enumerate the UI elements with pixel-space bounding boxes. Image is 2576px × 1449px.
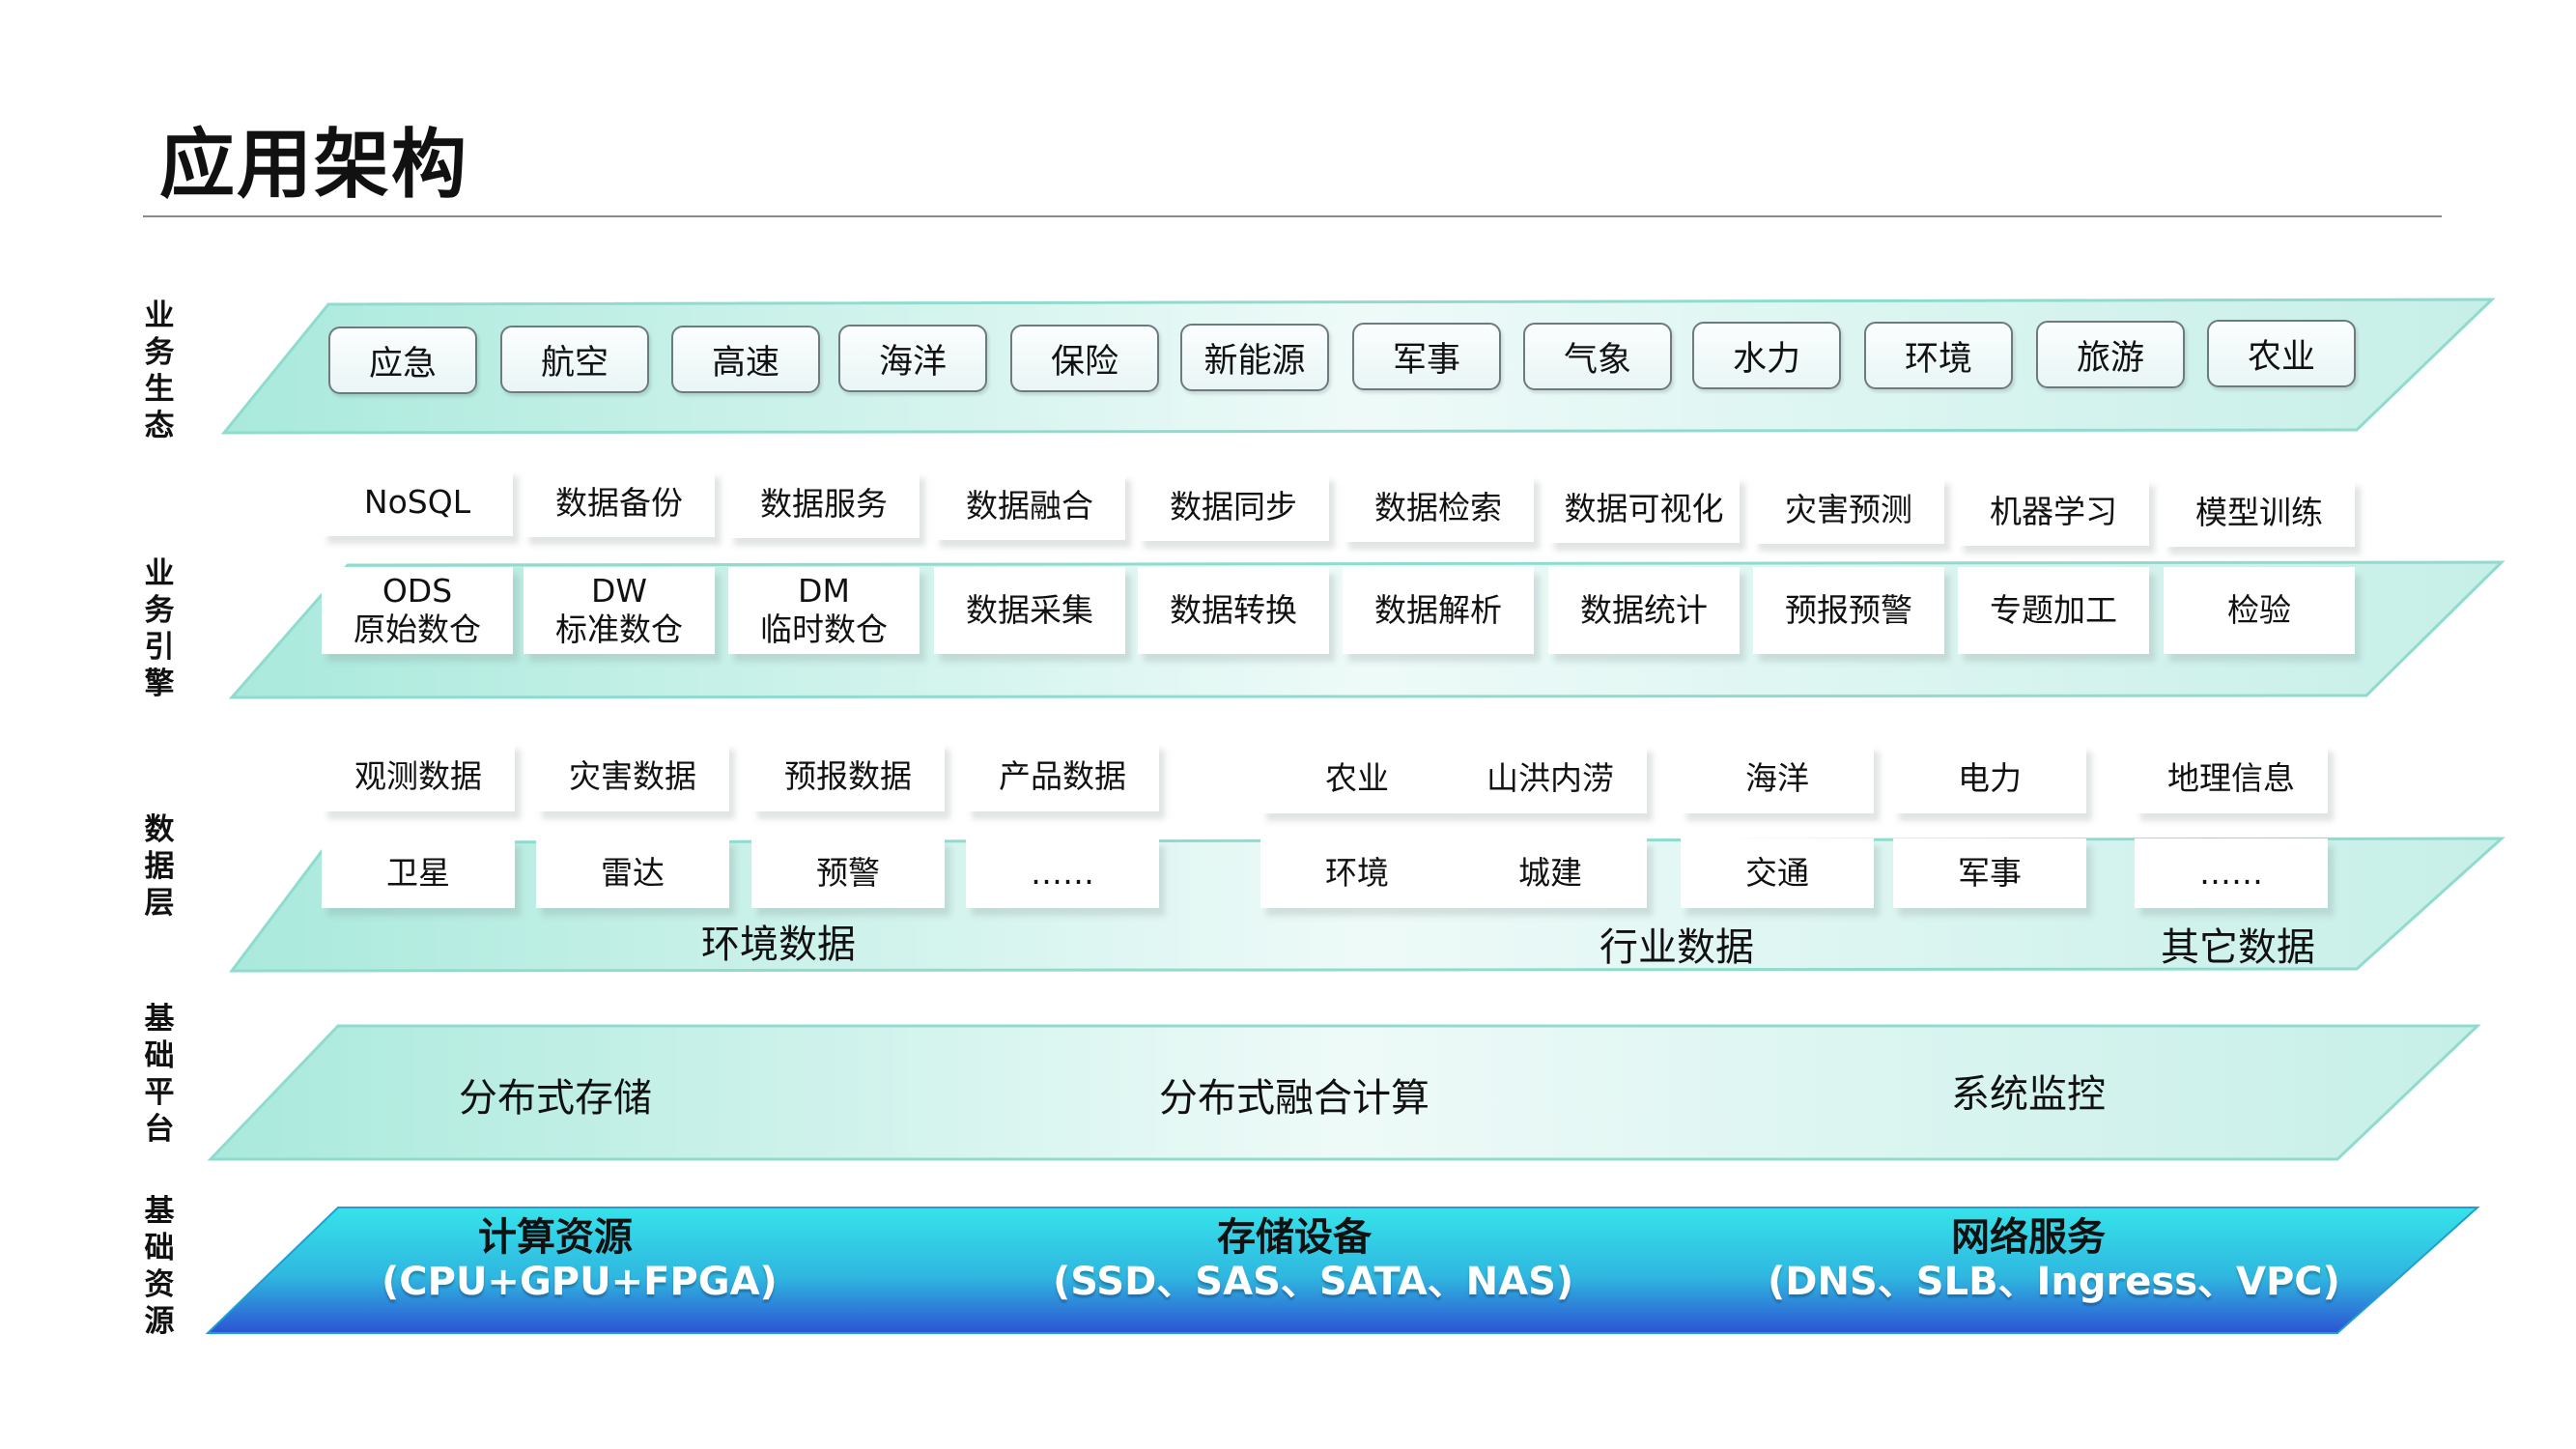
resource-detail: (SSD、SAS、SATA、NAS)	[1053, 1260, 1574, 1304]
data-tile: 卫星	[322, 838, 515, 908]
engine-tile-line2: 原始数仓	[354, 611, 481, 648]
engine-tile-line2: 标准数仓	[555, 611, 683, 648]
resource-detail: (DNS、SLB、Ingress、VPC)	[1768, 1260, 2340, 1304]
platform-storage: 分布式存储	[459, 1076, 652, 1121]
engine-tile: 模型训练	[2164, 479, 2355, 547]
engine-tile: DM 临时数仓	[728, 567, 920, 654]
engine-tile: 专题加工	[1958, 567, 2149, 654]
data-tile: 产品数据	[966, 742, 1159, 811]
engine-tile: 数据同步	[1138, 473, 1329, 541]
other-data-label: 其它数据	[2161, 925, 2315, 970]
resource-name: 网络服务	[1951, 1215, 2106, 1260]
data-tile: 农业	[1260, 744, 1454, 813]
ecology-pill: 环境	[1864, 322, 2013, 389]
engine-tile: 预报预警	[1753, 567, 1944, 654]
data-tile: 雷达	[536, 838, 729, 908]
engine-tile: ODS 原始数仓	[322, 567, 513, 654]
engine-tile: 数据解析	[1343, 567, 1534, 654]
data-tile: 城建	[1454, 838, 1647, 908]
ecology-pill: 旅游	[2036, 321, 2185, 388]
platform-monitor: 系统监控	[1951, 1072, 2106, 1117]
platform-compute: 分布式融合计算	[1159, 1076, 1430, 1121]
engine-tile-line1: ODS	[382, 572, 453, 610]
resource-network: 网络服务 (DNS、SLB、Ingress、VPC)	[1768, 1215, 2340, 1304]
engine-tile-line1: 数据解析	[1374, 591, 1502, 629]
engine-tile: 数据融合	[934, 472, 1125, 540]
engine-tile: 机器学习	[1958, 478, 2149, 546]
engine-tile: 数据服务	[728, 470, 920, 538]
engine-tile: 数据检索	[1343, 474, 1534, 542]
data-tile: 观测数据	[322, 742, 515, 811]
ecology-pill: 高速	[671, 326, 820, 393]
ecology-pill: 海洋	[838, 325, 987, 392]
ecology-pill: 农业	[2207, 320, 2356, 387]
data-tile: 灾害数据	[536, 742, 729, 811]
data-tile: 电力	[1893, 744, 2086, 813]
ecology-pill: 应急	[328, 327, 477, 394]
ecology-pill: 新能源	[1180, 324, 1329, 391]
engine-tile-line1: 专题加工	[1990, 591, 2117, 629]
env-data-label: 环境数据	[701, 923, 856, 967]
engine-tile: 数据统计	[1548, 567, 1740, 654]
engine-tile: DW 标准数仓	[524, 567, 715, 654]
engine-tile: 检验	[2164, 567, 2355, 654]
engine-tile-line1: DW	[590, 572, 648, 610]
industry-data-label: 行业数据	[1599, 925, 1754, 970]
ecology-pill: 保险	[1010, 325, 1159, 392]
data-tile: 环境	[1260, 838, 1454, 908]
resource-name: 计算资源	[478, 1215, 633, 1260]
engine-tile: 数据采集	[934, 567, 1125, 654]
engine-tile-line1: DM	[798, 572, 850, 610]
data-tile: 军事	[1893, 838, 2086, 908]
data-tile: 预警	[751, 838, 945, 908]
resource-detail: (CPU+GPU+FPGA)	[382, 1260, 778, 1304]
engine-tile-line1: 检验	[2227, 591, 2291, 629]
engine-tile: NoSQL	[322, 469, 513, 536]
ecology-pill: 水力	[1692, 322, 1841, 389]
ecology-pill: 航空	[500, 326, 649, 393]
engine-tile-line1: 预报预警	[1785, 591, 1912, 629]
engine-tile-line2: 临时数仓	[760, 611, 888, 648]
data-tile: 地理信息	[2135, 744, 2328, 813]
data-tile: 海洋	[1681, 744, 1874, 813]
engine-tile: 数据备份	[524, 469, 715, 537]
engine-tile-line1: 数据统计	[1580, 591, 1708, 629]
ecology-pill: 气象	[1523, 323, 1672, 390]
resource-compute: 计算资源 (CPU+GPU+FPGA)	[382, 1215, 778, 1304]
data-tile: ……	[966, 838, 1159, 908]
engine-tile-line1: 数据采集	[966, 591, 1093, 629]
resource-name: 存储设备	[1217, 1215, 1372, 1260]
data-tile: ……	[2135, 838, 2328, 908]
engine-tile: 数据转换	[1138, 567, 1329, 654]
engine-tile-line1: 数据转换	[1170, 591, 1297, 629]
engine-tile: 数据可视化	[1548, 475, 1740, 543]
resource-storage: 存储设备 (SSD、SAS、SATA、NAS)	[1053, 1215, 1574, 1304]
data-tile: 山洪内涝	[1454, 744, 1647, 813]
data-tile: 预报数据	[751, 742, 945, 811]
ecology-pill: 军事	[1352, 323, 1501, 390]
engine-tile: 灾害预测	[1753, 476, 1944, 544]
data-tile: 交通	[1681, 838, 1874, 908]
